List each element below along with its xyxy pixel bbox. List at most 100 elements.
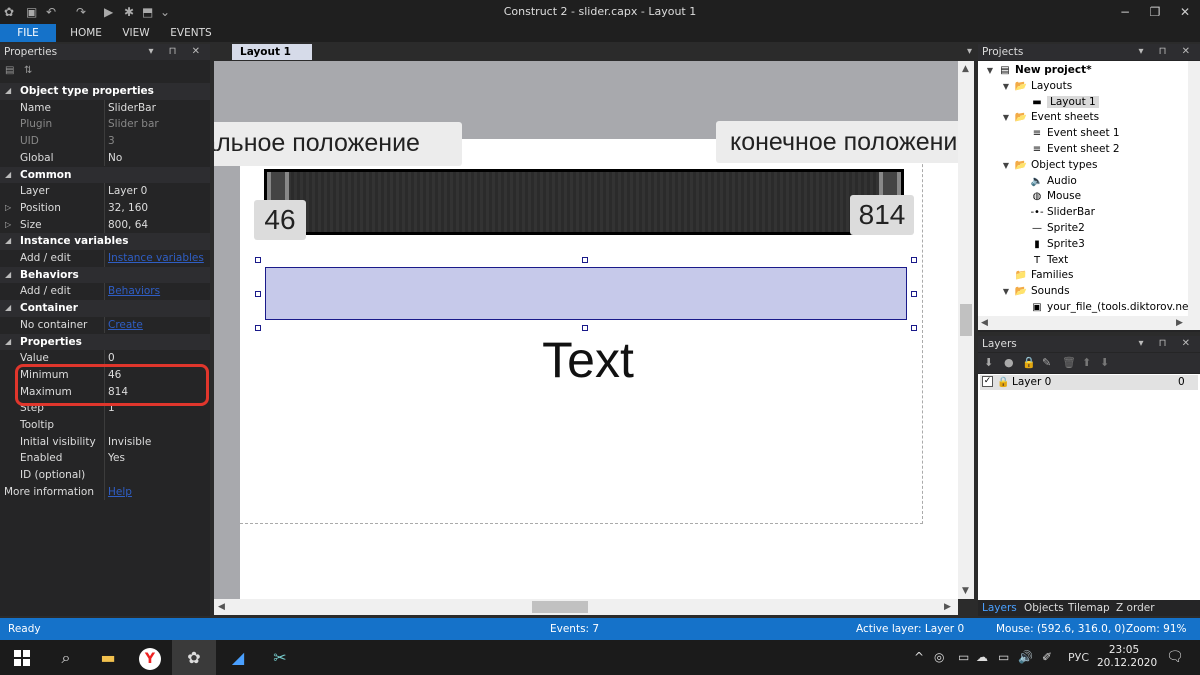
- property-row[interactable]: No container Create: [0, 316, 210, 334]
- tray-app-icon[interactable]: ◎: [934, 640, 944, 675]
- notifications-icon[interactable]: 🗨: [1166, 640, 1184, 675]
- tree-item[interactable]: ▼ 📂 Event sheets: [1003, 110, 1099, 126]
- tray-cloud-icon[interactable]: ☁: [976, 640, 988, 675]
- tree-item[interactable]: ▼ 📂 Layouts: [1003, 79, 1072, 95]
- layer-row[interactable]: ✓ 🔒 Layer 0 0: [980, 375, 1198, 390]
- scroll-up-icon[interactable]: ▲: [962, 63, 969, 75]
- layer-visible-checkbox[interactable]: ✓: [982, 376, 993, 387]
- property-value[interactable]: 3: [108, 133, 208, 150]
- horizontal-scroll-thumb[interactable]: [532, 601, 588, 613]
- tray-battery-icon[interactable]: ▭: [958, 640, 969, 675]
- property-row[interactable]: Add / edit Instance variables: [0, 250, 210, 267]
- screenshot-app-icon[interactable]: ✂: [258, 640, 302, 675]
- move-down-icon[interactable]: ⬇: [1100, 356, 1109, 369]
- tree-toggle-icon[interactable]: ▼: [1000, 158, 1012, 174]
- expand-icon[interactable]: ◢: [5, 334, 11, 351]
- projects-panel-controls[interactable]: ▾ ⊓ ✕: [1138, 44, 1196, 60]
- expand-icon[interactable]: ◢: [5, 233, 11, 250]
- scroll-left-icon[interactable]: ◀: [218, 601, 225, 613]
- tray-network-icon[interactable]: ▭: [998, 640, 1009, 675]
- layout-view[interactable]: 46 814 начальное положение конечное поло…: [214, 61, 958, 599]
- windows-start-icon[interactable]: [0, 640, 44, 675]
- file-explorer-icon[interactable]: ▬: [86, 640, 130, 675]
- tab-tilemap[interactable]: Tilemap: [1064, 600, 1114, 616]
- sort-alpha-icon[interactable]: ⇅: [24, 65, 32, 76]
- visibility-icon[interactable]: ●: [1004, 356, 1014, 369]
- property-row[interactable]: Plugin Slider bar: [0, 116, 210, 134]
- resize-handle[interactable]: [911, 325, 917, 331]
- delete-layer-icon[interactable]: 🗑: [1062, 356, 1076, 369]
- tree-toggle-icon[interactable]: ▼: [984, 63, 996, 79]
- tree-item[interactable]: T Text: [1030, 253, 1068, 269]
- tray-expand-icon[interactable]: ^: [914, 640, 924, 675]
- layout-horizontal-scrollbar[interactable]: ◀ ▶: [214, 599, 958, 615]
- tab-home[interactable]: HOME: [62, 24, 110, 42]
- property-row[interactable]: Layer Layer 0: [0, 183, 210, 200]
- language-indicator[interactable]: РУС: [1068, 640, 1089, 675]
- layer-lock-icon[interactable]: 🔒: [997, 375, 1009, 390]
- property-value[interactable]: Yes: [108, 450, 208, 467]
- projects-horizontal-scrollbar[interactable]: ◀ ▶: [978, 316, 1188, 330]
- move-up-icon[interactable]: ⬆: [1082, 356, 1091, 369]
- resize-handle[interactable]: [582, 257, 588, 263]
- property-category[interactable]: ◢ Behaviors: [0, 266, 210, 284]
- property-link[interactable]: Instance variables: [108, 250, 208, 267]
- expand-icon[interactable]: ◢: [5, 83, 11, 100]
- tab-view[interactable]: VIEW: [114, 24, 158, 42]
- property-value[interactable]: Slider bar: [108, 116, 208, 133]
- property-row[interactable]: ▷ Position 32, 160: [0, 199, 210, 217]
- property-row[interactable]: More information Help: [0, 483, 210, 501]
- tree-item[interactable]: ▼ 📂 Sounds: [1003, 284, 1070, 300]
- tree-item[interactable]: — Sprite2: [1030, 221, 1085, 237]
- resize-handle[interactable]: [255, 325, 261, 331]
- tree-item[interactable]: ≡ Event sheet 2: [1030, 142, 1120, 158]
- property-value[interactable]: No: [108, 150, 208, 167]
- property-link[interactable]: Behaviors: [108, 283, 208, 300]
- tree-toggle-icon[interactable]: ▼: [1000, 284, 1012, 300]
- clock[interactable]: 23:05 20.12.2020: [1097, 644, 1157, 670]
- expand-icon[interactable]: ◢: [5, 167, 11, 184]
- expand-icon[interactable]: ◢: [5, 300, 11, 317]
- tree-toggle-icon[interactable]: ▼: [1000, 110, 1012, 126]
- tab-objects[interactable]: Objects: [1020, 600, 1068, 616]
- resize-handle[interactable]: [911, 257, 917, 263]
- tab-layers[interactable]: Layers: [978, 600, 1021, 616]
- layers-panel-controls[interactable]: ▾ ⊓ ✕: [1138, 336, 1196, 352]
- search-icon[interactable]: ⌕: [44, 640, 88, 675]
- close-button[interactable]: ✕: [1170, 2, 1200, 22]
- sort-category-icon[interactable]: ▤: [5, 65, 14, 76]
- property-row[interactable]: Name SliderBar: [0, 99, 210, 117]
- construct2-icon[interactable]: ✿: [172, 640, 216, 675]
- property-row[interactable]: Initial visibility Invisible: [0, 433, 210, 451]
- minimize-button[interactable]: −: [1110, 2, 1140, 22]
- property-value[interactable]: 800, 64: [108, 217, 208, 234]
- expand-icon[interactable]: ▷: [5, 200, 11, 217]
- property-category[interactable]: ◢ Container: [0, 300, 210, 317]
- scroll-right-icon[interactable]: ▶: [1176, 317, 1183, 329]
- tab-events[interactable]: EVENTS: [164, 24, 218, 42]
- property-value[interactable]: 32, 160: [108, 200, 208, 217]
- expand-icon[interactable]: ◢: [5, 267, 11, 284]
- text-object[interactable]: Text: [508, 329, 668, 391]
- property-link[interactable]: Help: [108, 484, 208, 501]
- expand-icon[interactable]: ▷: [5, 217, 11, 234]
- layout-vertical-scrollbar[interactable]: ▲ ▼: [958, 61, 974, 599]
- edit-layer-icon[interactable]: ✎: [1042, 356, 1051, 369]
- tray-volume-icon[interactable]: 🔊: [1018, 640, 1033, 675]
- tree-item[interactable]: ▬ Layout 1: [1030, 95, 1099, 111]
- scroll-right-icon[interactable]: ▶: [944, 601, 951, 613]
- property-category[interactable]: ◢ Instance variables: [0, 233, 210, 250]
- tab-list-chevron-icon[interactable]: ▾: [967, 44, 972, 60]
- tree-item[interactable]: 📁 Families: [1014, 268, 1074, 284]
- slider-bar-sprite[interactable]: [264, 169, 904, 235]
- property-category[interactable]: ◢ Object type properties: [0, 83, 210, 100]
- selected-sliderbar-object[interactable]: [265, 267, 907, 320]
- tab-layout-1[interactable]: Layout 1: [232, 44, 312, 60]
- tree-item[interactable]: ▼ ▤ New project*: [987, 63, 1092, 79]
- tree-item[interactable]: 🔈 Audio: [1030, 174, 1077, 190]
- tray-pen-icon[interactable]: ✐: [1042, 640, 1052, 675]
- property-row[interactable]: Global No: [0, 149, 210, 167]
- tree-item[interactable]: ▮ Sprite3: [1030, 237, 1085, 253]
- tree-toggle-icon[interactable]: ▼: [1000, 79, 1012, 95]
- blue-app-icon[interactable]: ◢: [216, 640, 260, 675]
